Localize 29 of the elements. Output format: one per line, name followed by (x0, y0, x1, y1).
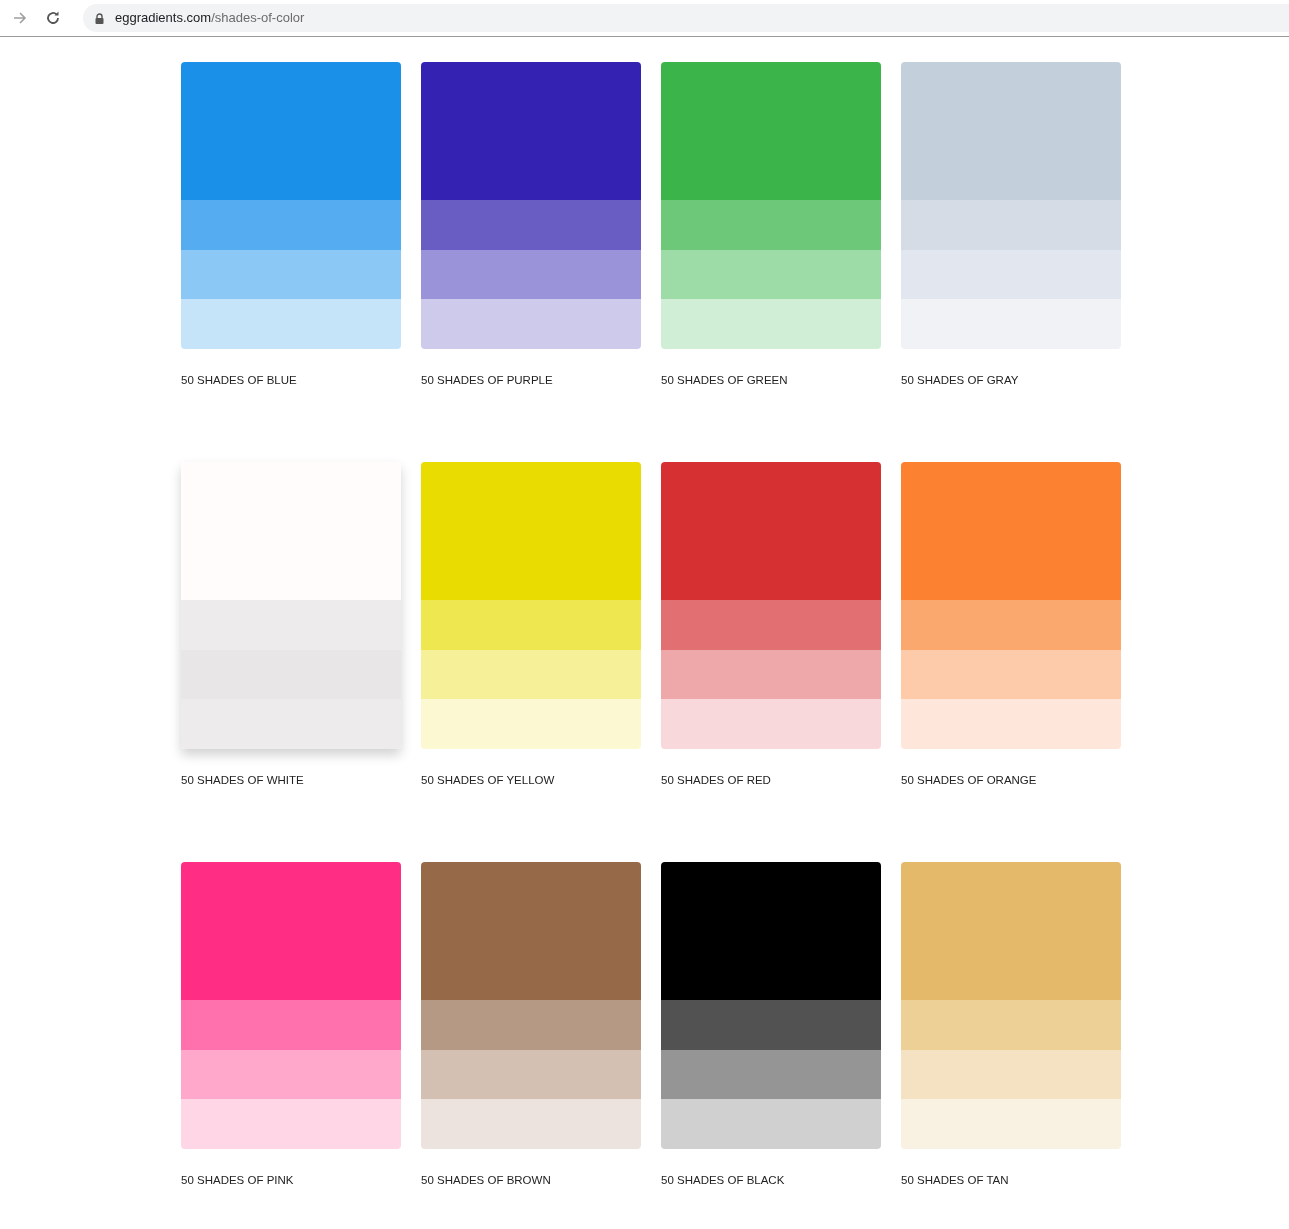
palette-title[interactable]: 50 SHADES OF RED (661, 771, 771, 789)
palette-title[interactable]: 50 SHADES OF BLACK (661, 1171, 785, 1189)
palette-title[interactable]: 50 SHADES OF PINK (181, 1171, 294, 1189)
color-palette-card[interactable] (901, 462, 1121, 749)
url-text: eggradients.com/shades-of-color (115, 9, 305, 28)
palette-title[interactable]: 50 SHADES OF YELLOW (421, 771, 555, 789)
color-palette-card[interactable] (661, 862, 881, 1149)
palette-title[interactable]: 50 SHADES OF PURPLE (421, 371, 553, 389)
palette-title[interactable]: 50 SHADES OF TAN (901, 1171, 1009, 1189)
palette-title[interactable]: 50 SHADES OF GREEN (661, 371, 788, 389)
palette-title[interactable]: 50 SHADES OF ORANGE (901, 771, 1037, 789)
color-palette-card[interactable] (421, 462, 641, 749)
color-palette-card[interactable] (421, 862, 641, 1149)
color-palette-card[interactable] (181, 62, 401, 349)
color-palette-card[interactable] (661, 62, 881, 349)
palette-title[interactable]: 50 SHADES OF WHITE (181, 771, 304, 789)
reload-icon[interactable] (45, 10, 61, 26)
color-palette-card[interactable] (181, 862, 401, 1149)
palette-title[interactable]: 50 SHADES OF GRAY (901, 371, 1019, 389)
forward-arrow-icon[interactable] (12, 10, 28, 26)
color-palette-card[interactable] (421, 62, 641, 349)
color-palette-card[interactable] (181, 462, 401, 749)
address-bar[interactable]: eggradients.com/shades-of-color (83, 4, 1289, 32)
palette-title[interactable]: 50 SHADES OF BROWN (421, 1171, 551, 1189)
lock-icon (95, 12, 104, 24)
color-palette-card[interactable] (661, 462, 881, 749)
palette-title[interactable]: 50 SHADES OF BLUE (181, 371, 297, 389)
color-palette-card[interactable] (901, 62, 1121, 349)
color-palette-card[interactable] (901, 862, 1121, 1149)
